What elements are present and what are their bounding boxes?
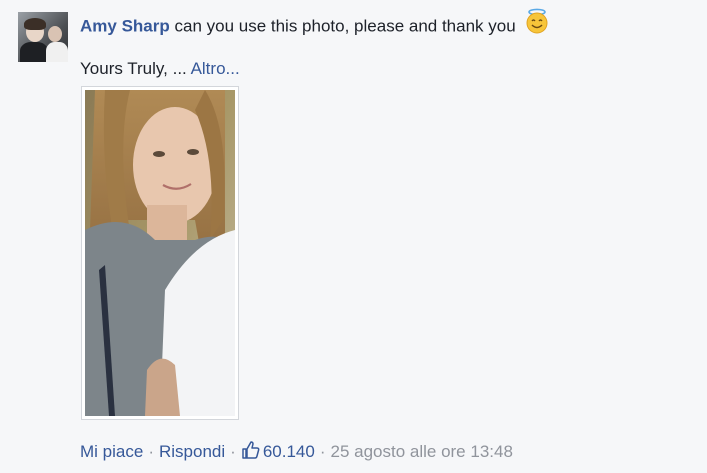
attached-photo[interactable] xyxy=(81,86,239,420)
comment-actions: Mi piace · Rispondi · 60.140 · 25 agosto alle … xyxy=(80,440,513,467)
comment: Amy Sharp can you use this photo, please… xyxy=(0,0,707,473)
like-count-link[interactable]: 60.140 xyxy=(241,441,315,461)
see-more-link[interactable]: Altro... xyxy=(191,59,240,78)
comment-first-line: Amy Sharp can you use this photo, please… xyxy=(80,8,550,42)
timestamp[interactable]: 25 agosto alle ore 13:48 xyxy=(330,442,512,461)
separator: · xyxy=(230,442,236,461)
like-count: 60.140 xyxy=(262,442,315,461)
like-link[interactable]: Mi piace xyxy=(80,442,143,461)
author-name-link[interactable]: Amy Sharp xyxy=(80,16,170,35)
separator: · xyxy=(148,442,154,461)
comment-text-truncated: Yours Truly, ... xyxy=(80,59,187,78)
thumbs-up-icon xyxy=(241,440,261,467)
separator: · xyxy=(319,442,326,461)
reply-link[interactable]: Rispondi xyxy=(159,442,225,461)
avatar[interactable] xyxy=(18,12,68,62)
photo-image xyxy=(85,90,235,416)
comment-text: can you use this photo, please and thank… xyxy=(174,16,516,36)
comment-second-line: Yours Truly, ... Altro... xyxy=(80,56,240,82)
smiling-face-with-halo-icon xyxy=(524,8,550,42)
